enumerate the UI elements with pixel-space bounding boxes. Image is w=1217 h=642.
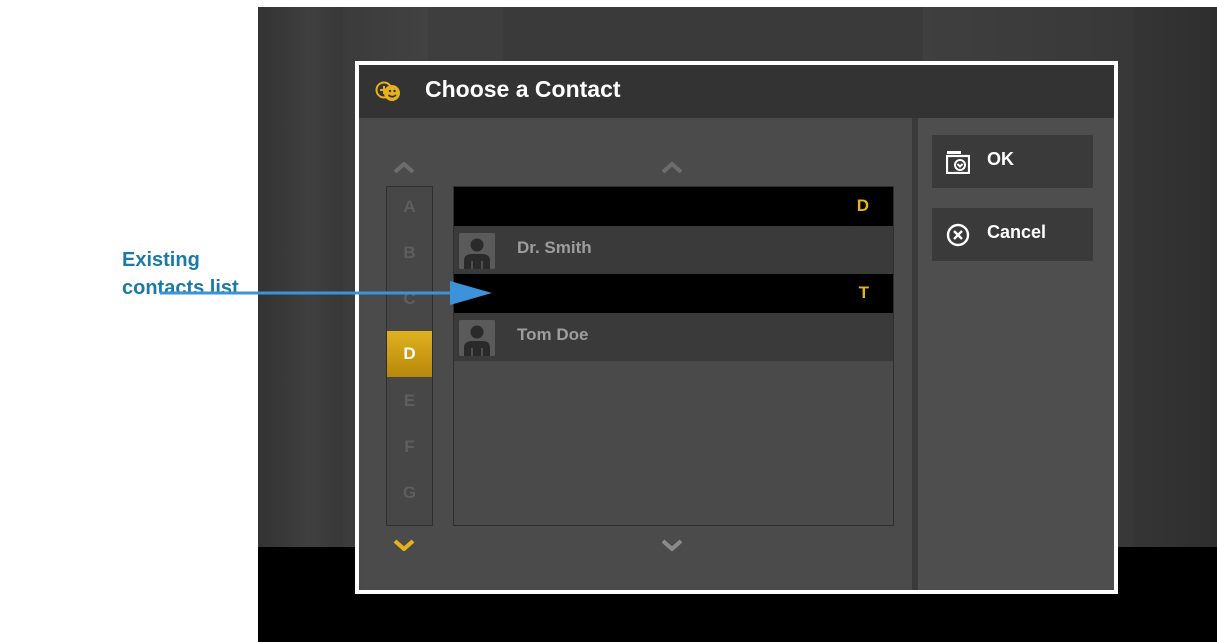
contact-row-tom-doe[interactable]: Tom Doe xyxy=(454,313,893,361)
circle-x-icon xyxy=(946,223,970,247)
dialog-button-panel: OK Cancel xyxy=(918,118,1114,590)
contacts-list: D Dr. Smith T Tom Doe xyxy=(453,186,894,526)
alphabet-letter-d-selected[interactable]: D xyxy=(387,331,432,377)
ok-button[interactable]: OK xyxy=(932,135,1093,188)
contacts-icon xyxy=(375,81,400,101)
group-header-letter: D xyxy=(856,196,869,215)
contact-row-dr-smith[interactable]: Dr. Smith xyxy=(454,226,893,274)
callout-arrow-icon xyxy=(160,281,492,305)
background-stripe xyxy=(258,7,343,547)
alphabet-index: A B C D E F G xyxy=(386,186,433,526)
cancel-button-label: Cancel xyxy=(987,222,1047,242)
alphabet-letter-a[interactable]: A xyxy=(387,197,432,217)
group-header-t: T xyxy=(454,274,893,313)
callout-line-1: Existing xyxy=(122,249,200,271)
cancel-button[interactable]: Cancel xyxy=(932,208,1093,261)
choose-contact-dialog: Choose a Contact A B C D E F G D Dr. Smi… xyxy=(355,61,1118,594)
contacts-scroll-up-chevron-up-icon[interactable] xyxy=(661,160,683,174)
group-header-d: D xyxy=(454,187,893,226)
inbox-check-icon xyxy=(946,151,970,174)
alphabet-letter-b[interactable]: B xyxy=(387,243,432,263)
person-silhouette-icon xyxy=(459,320,495,356)
background-stripe xyxy=(1133,7,1217,547)
alphabet-scroll-up-chevron-up-icon[interactable] xyxy=(393,160,415,174)
contact-name: Tom Doe xyxy=(517,325,589,344)
alphabet-letter-f[interactable]: F xyxy=(387,437,432,457)
alphabet-letter-g[interactable]: G xyxy=(387,483,432,503)
group-header-letter: T xyxy=(858,283,869,302)
dialog-titlebar: Choose a Contact xyxy=(359,65,1114,118)
contact-name: Dr. Smith xyxy=(517,238,592,257)
ok-button-label: OK xyxy=(987,149,1014,169)
contact-list-panel: A B C D E F G D Dr. Smith T Tom Doe xyxy=(363,118,912,590)
person-silhouette-icon xyxy=(459,233,495,269)
dialog-title: Choose a Contact xyxy=(425,76,621,102)
alphabet-scroll-down-chevron-down-icon[interactable] xyxy=(393,539,415,553)
contacts-scroll-down-chevron-down-icon[interactable] xyxy=(661,539,683,553)
alphabet-letter-e[interactable]: E xyxy=(387,391,432,411)
